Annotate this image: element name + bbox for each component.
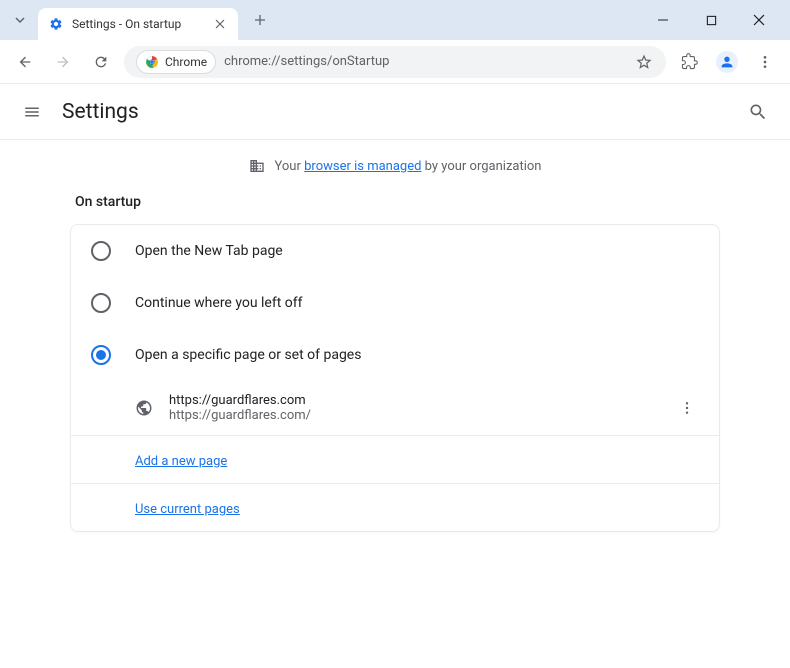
page-kebab-menu[interactable] [675, 396, 699, 420]
hamburger-menu-icon[interactable] [20, 100, 44, 124]
radio-label: Continue where you left off [135, 295, 303, 311]
use-current-pages-link[interactable]: Use current pages [135, 502, 240, 517]
browser-toolbar: Chrome chrome://settings/onStartup [0, 40, 790, 84]
address-bar[interactable]: Chrome chrome://settings/onStartup [124, 46, 666, 78]
radio-continue[interactable]: Continue where you left off [71, 277, 719, 329]
new-tab-button[interactable] [246, 6, 274, 34]
managed-banner: Your browser is managed by your organiza… [40, 158, 750, 174]
maximize-button[interactable] [696, 5, 726, 35]
close-icon[interactable] [212, 16, 228, 32]
radio-icon [91, 345, 111, 365]
page-info: https://guardflares.com https://guardfla… [169, 393, 659, 423]
extensions-button[interactable] [674, 47, 704, 77]
window-titlebar: Settings - On startup [0, 0, 790, 40]
radio-icon [91, 293, 111, 313]
close-window-button[interactable] [744, 5, 774, 35]
radio-label: Open a specific page or set of pages [135, 347, 361, 363]
url-text: chrome://settings/onStartup [224, 54, 626, 69]
settings-content: Your browser is managed by your organiza… [0, 140, 790, 550]
browser-tab[interactable]: Settings - On startup [38, 8, 238, 40]
page-title: Settings [62, 100, 139, 124]
radio-specific-pages[interactable]: Open a specific page or set of pages [71, 329, 719, 381]
add-new-page-link[interactable]: Add a new page [135, 454, 227, 469]
add-page-row: Add a new page [71, 435, 719, 483]
globe-icon [135, 399, 153, 417]
radio-new-tab[interactable]: Open the New Tab page [71, 225, 719, 277]
tab-search-dropdown[interactable] [8, 8, 32, 32]
managed-link[interactable]: browser is managed [304, 159, 421, 174]
page-url-text: https://guardflares.com/ [169, 408, 659, 423]
section-title: On startup [75, 194, 750, 210]
site-chip[interactable]: Chrome [136, 50, 216, 74]
profile-button[interactable] [712, 47, 742, 77]
startup-page-row: https://guardflares.com https://guardfla… [71, 381, 719, 435]
reload-button[interactable] [86, 47, 116, 77]
window-controls [648, 5, 782, 35]
gear-icon [48, 16, 64, 32]
back-button[interactable] [10, 47, 40, 77]
radio-label: Open the New Tab page [135, 243, 283, 259]
bookmark-star-icon[interactable] [634, 52, 654, 72]
use-current-row: Use current pages [71, 483, 719, 531]
kebab-menu-button[interactable] [750, 47, 780, 77]
startup-card: Open the New Tab page Continue where you… [70, 224, 720, 532]
radio-icon [91, 241, 111, 261]
tab-title: Settings - On startup [72, 17, 204, 31]
settings-header: Settings [0, 84, 790, 140]
minimize-button[interactable] [648, 5, 678, 35]
forward-button[interactable] [48, 47, 78, 77]
managed-text: Your browser is managed by your organiza… [275, 159, 542, 174]
search-icon[interactable] [746, 100, 770, 124]
page-title-text: https://guardflares.com [169, 393, 659, 408]
site-chip-label: Chrome [165, 55, 207, 69]
building-icon [249, 158, 265, 174]
